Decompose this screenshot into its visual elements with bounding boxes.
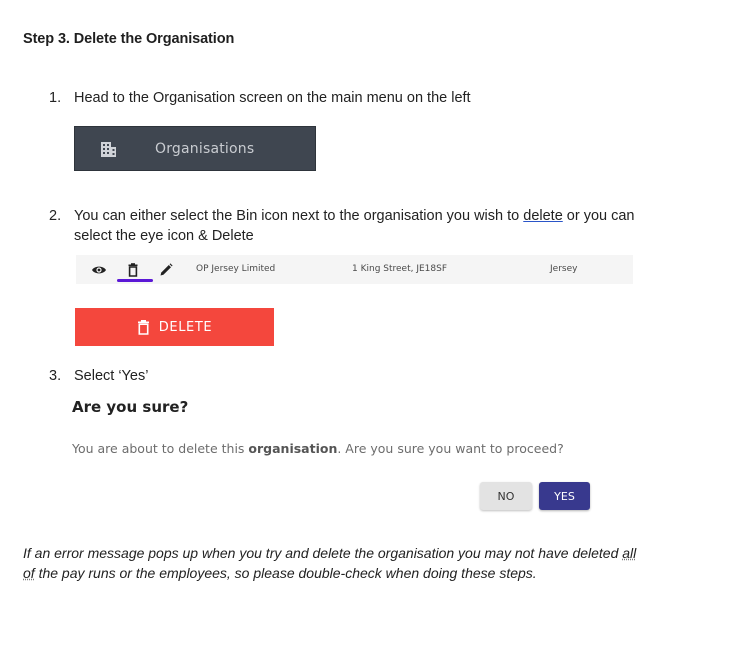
dialog-message-b: . Are you sure you want to proceed? (337, 441, 564, 456)
step-2-number: 2. (49, 208, 62, 224)
bin-icon[interactable] (125, 262, 141, 278)
bin-icon-highlight (117, 279, 153, 282)
step-3: 3. Select ‘Yes’ (49, 366, 649, 386)
no-button[interactable]: NO (480, 482, 532, 510)
step-1: 1. Head to the Organisation screen on th… (49, 88, 649, 108)
delete-button[interactable]: DELETE (75, 308, 274, 346)
dialog-message: You are about to delete this organisatio… (72, 441, 564, 456)
dialog-title: Are you sure? (72, 398, 189, 416)
organisation-table-row: OP Jersey Limited 1 King Street, JE18SF … (76, 255, 633, 284)
dialog-message-a: You are about to delete this (72, 441, 249, 456)
organisation-location-cell: Jersey (550, 264, 578, 274)
organisations-menu-label: Organisations (155, 140, 255, 157)
step-3-text: Select ‘Yes’ (74, 368, 149, 384)
step-2-text-line2: select the eye icon & Delete (74, 228, 254, 244)
dialog-message-bold: organisation (248, 441, 338, 456)
error-note: If an error message pops up when you try… (23, 543, 673, 583)
note-dotted-of: of (23, 565, 35, 581)
eye-icon[interactable] (91, 262, 107, 278)
pencil-icon[interactable] (158, 262, 174, 278)
step-2-delete-link: delete (523, 208, 563, 224)
organisation-name-cell: OP Jersey Limited (196, 264, 276, 274)
step-3-number: 3. (49, 368, 62, 384)
organisations-menu-item[interactable]: Organisations (74, 126, 316, 171)
step-1-number: 1. (49, 90, 62, 106)
step-2-text-b: or you can (562, 208, 635, 224)
step-1-text: Head to the Organisation screen on the m… (74, 90, 471, 106)
note-text-b: the pay runs or the employees, so please… (34, 565, 537, 581)
step-2-text: You can either select the Bin icon next … (74, 206, 635, 226)
organisation-address-cell: 1 King Street, JE18SF (352, 264, 448, 274)
step-2-text-a: You can either select the Bin icon next … (74, 208, 524, 224)
step-heading: Step 3. Delete the Organisation (23, 31, 235, 47)
delete-button-label: DELETE (158, 319, 213, 335)
step-2: 2. You can either select the Bin icon ne… (49, 206, 689, 246)
bin-icon (137, 319, 149, 335)
building-icon (101, 141, 116, 157)
note-text-a: If an error message pops up when you try… (23, 545, 623, 561)
yes-button[interactable]: YES (539, 482, 590, 510)
note-dotted-all: all (622, 545, 637, 561)
